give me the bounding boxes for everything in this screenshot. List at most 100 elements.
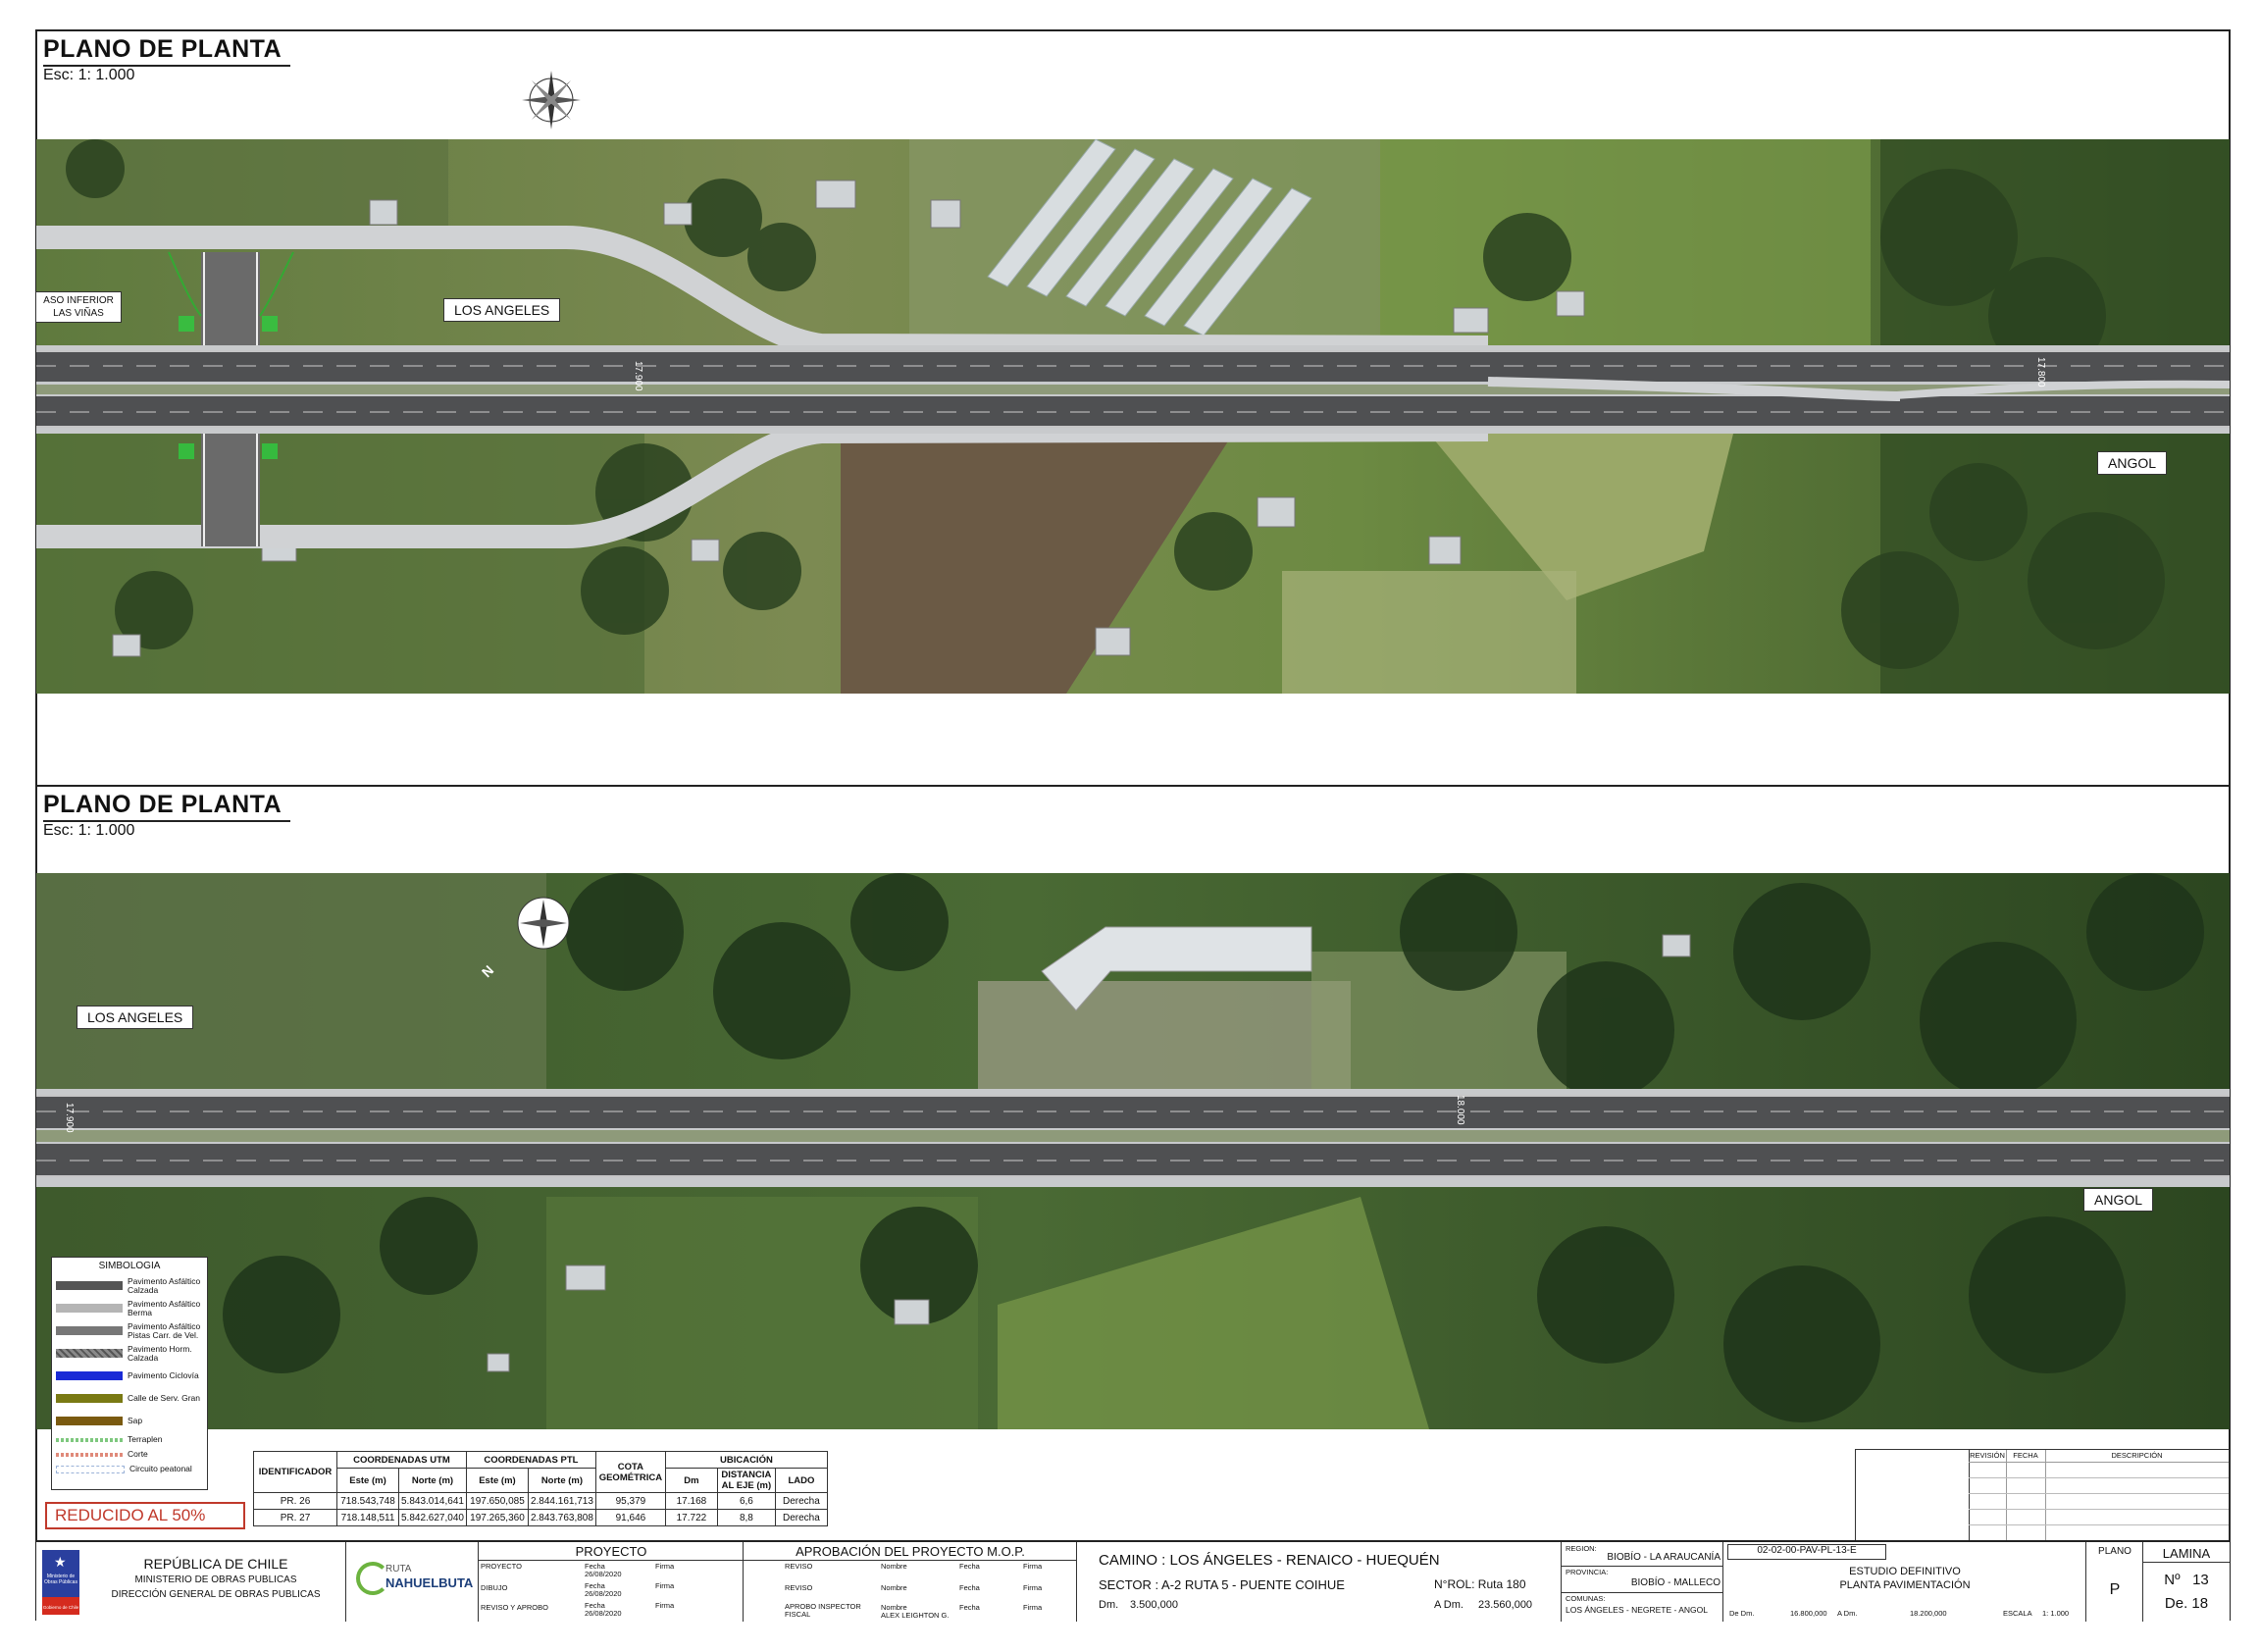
sheet2-scale: Esc: 1: 1.000	[43, 822, 135, 839]
km-marker-right: 17.800	[2035, 357, 2046, 387]
legend-item: Pavimento Horm. Calzada	[52, 1342, 207, 1365]
gov-line2: MINISTERIO DE OBRAS PUBLICAS	[134, 1575, 297, 1585]
legend-swatch	[56, 1465, 125, 1473]
revision-table: REVISIÓN FECHA DESCRIPCIÓN	[1855, 1449, 2230, 1544]
tb-line	[744, 1560, 1077, 1561]
tb-line	[479, 1560, 744, 1561]
camino-cell: CAMINO : LOS ÁNGELES - RENAICO - HUEQUÉN…	[1091, 1542, 1562, 1622]
cell: 6,6	[716, 1492, 776, 1510]
dm-label: Dm.	[1099, 1599, 1119, 1611]
estudio-line1: ESTUDIO DEFINITIVO	[1849, 1566, 1961, 1577]
rev-line	[1969, 1524, 2229, 1525]
north-arrow-icon	[510, 890, 579, 963]
cell: PR. 26	[253, 1492, 337, 1510]
cell: 2.844.161,713	[527, 1492, 596, 1510]
lamina-cell: LAMINA Nº 13 De. 18	[2143, 1542, 2230, 1622]
cell: 718.148,511	[336, 1509, 399, 1526]
legend-label: Pavimento Ciclovía	[128, 1370, 199, 1380]
firma-label: Firma	[655, 1601, 675, 1610]
fecha-value: 26/08/2020	[585, 1609, 622, 1618]
fecha-value: 26/08/2020	[585, 1570, 622, 1578]
codigo-plano: 02-02-00-PAV-PL-13-E	[1727, 1544, 1886, 1560]
cell: 5.843.014,641	[398, 1492, 467, 1510]
legend-label: Corte	[128, 1449, 148, 1459]
ruta-line2: NAHUELBUTA	[385, 1575, 474, 1590]
plano-value: P	[2109, 1581, 2121, 1598]
label-los-angeles: LOS ANGELES	[443, 298, 561, 322]
sheet1-scale: Esc: 1: 1.000	[43, 67, 135, 83]
firma-label: Firma	[655, 1581, 675, 1590]
sheet2-title: PLANO DE PLANTA	[43, 791, 282, 818]
label-angol: ANGOL	[2097, 451, 2168, 475]
aprobacion-header: APROBACIÓN DEL PROYECTO M.O.P.	[796, 1544, 1025, 1559]
gov-line1: REPÚBLICA DE CHILE	[143, 1556, 288, 1572]
th-este: Este (m)	[465, 1468, 529, 1493]
rev-line	[2006, 1450, 2007, 1543]
legend-item: Pavimento Asfáltico Calzada	[52, 1274, 207, 1297]
nombre-label: Nombre	[881, 1583, 907, 1592]
legend-label: Pavimento Asfáltico Calzada	[128, 1275, 201, 1295]
plano-cell: PLANO P	[2086, 1542, 2143, 1622]
table-row: PR. 27 718.148,511 5.842.627,040 197.265,36…	[253, 1509, 828, 1526]
sector-text: SECTOR : A-2 RUTA 5 - PUENTE COIHUE	[1099, 1577, 1345, 1592]
cell: 197.650,085	[465, 1492, 529, 1510]
cell: Derecha	[774, 1492, 828, 1510]
firma-label: Firma	[1023, 1603, 1043, 1612]
cell: 2.843.763,808	[527, 1509, 596, 1526]
legend-item: Circuito peatonal	[52, 1462, 207, 1476]
legend-item: Pavimento Asfáltico Berma	[52, 1297, 207, 1319]
gov-cell: ★ Ministerio de Obras Públicas Gobierno …	[36, 1542, 346, 1622]
legend-item: Calle de Serv. Gran	[52, 1387, 207, 1410]
coordinates-table: IDENTIFICADOR COORDENADAS UTM COORDENADA…	[253, 1451, 828, 1526]
legend: SIMBOLOGIA Pavimento Asfáltico Calzada P…	[51, 1257, 208, 1490]
aerial-strip-1	[36, 139, 2230, 694]
adm-value: 23.560,000	[1478, 1599, 1533, 1611]
legend-swatch	[56, 1437, 123, 1442]
th-norte: Norte (m)	[527, 1468, 596, 1493]
th-dm: Dm	[664, 1468, 718, 1493]
table-row: PR. 26 718.543,748 5.843.014,641 197.650,08…	[253, 1492, 828, 1510]
rev-line	[2045, 1450, 2046, 1543]
legend-item: Terraplen	[52, 1432, 207, 1447]
legend-swatch	[56, 1349, 123, 1358]
km-marker-mid: 18.000	[1455, 1095, 1465, 1125]
rev-line	[1969, 1509, 2229, 1510]
a-dm-label: A Dm.	[1837, 1609, 1858, 1618]
km-marker-left: 17.900	[64, 1103, 75, 1133]
provincia-value: BIOBÍO - MALLECO	[1630, 1577, 1721, 1588]
estudio-line2: PLANTA PAVIMENTACIÓN	[1839, 1579, 1971, 1591]
cell: 95,379	[594, 1492, 666, 1510]
legend-title: SIMBOLOGIA	[98, 1261, 161, 1271]
proyecto-role: PROYECTO	[481, 1562, 522, 1571]
sheet-divider	[35, 785, 2231, 787]
region-cell: REGION: BIOBÍO - LA ARAUCANÍA PROVINCIA:…	[1562, 1542, 1723, 1622]
th-lado: LADO	[774, 1468, 828, 1493]
provincia-label: PROVINCIA:	[1566, 1568, 1609, 1576]
legend-swatch	[56, 1371, 123, 1380]
de-dm-value: 16.800,000	[1790, 1609, 1827, 1618]
dm-value: 3.500,000	[1130, 1599, 1178, 1611]
th-ptl: COORDENADAS PTL	[465, 1451, 596, 1469]
aprobacion-cell: APROBACIÓN DEL PROYECTO M.O.P. REVISO No…	[744, 1542, 1077, 1622]
cell: 17.722	[664, 1509, 718, 1526]
tb-line	[1562, 1566, 1723, 1567]
tb-line	[2143, 1562, 2230, 1563]
proyecto-cell: PROYECTO PROYECTO Fecha 26/08/2020 Firma…	[479, 1542, 744, 1622]
rev-col-fecha: FECHA	[2013, 1451, 2038, 1460]
th-distancia: DISTANCIA AL EJE (m)	[716, 1468, 776, 1493]
a-dm-value: 18.200,000	[1910, 1609, 1947, 1618]
km-marker-left: 17.900	[633, 361, 643, 391]
rev-line	[1969, 1477, 2229, 1478]
th-identificador: IDENTIFICADOR	[253, 1451, 337, 1493]
gov-line3: DIRECCIÓN GENERAL DE OBRAS PUBLICAS	[111, 1589, 321, 1600]
reduced-note: REDUCIDO AL 50%	[45, 1502, 245, 1529]
adm-label: A Dm.	[1434, 1599, 1464, 1611]
plano-label: PLANO	[2098, 1546, 2132, 1557]
logo-footer: Gobierno de Chile	[42, 1605, 79, 1610]
fecha-label: Fecha	[959, 1562, 980, 1571]
rev-line	[1969, 1493, 2229, 1494]
label-angol: ANGOL	[2083, 1188, 2154, 1212]
legend-label: Pavimento Asfáltico Berma	[128, 1298, 201, 1317]
escala-value: 1: 1.000	[2042, 1609, 2070, 1618]
cell: 5.842.627,040	[398, 1509, 467, 1526]
